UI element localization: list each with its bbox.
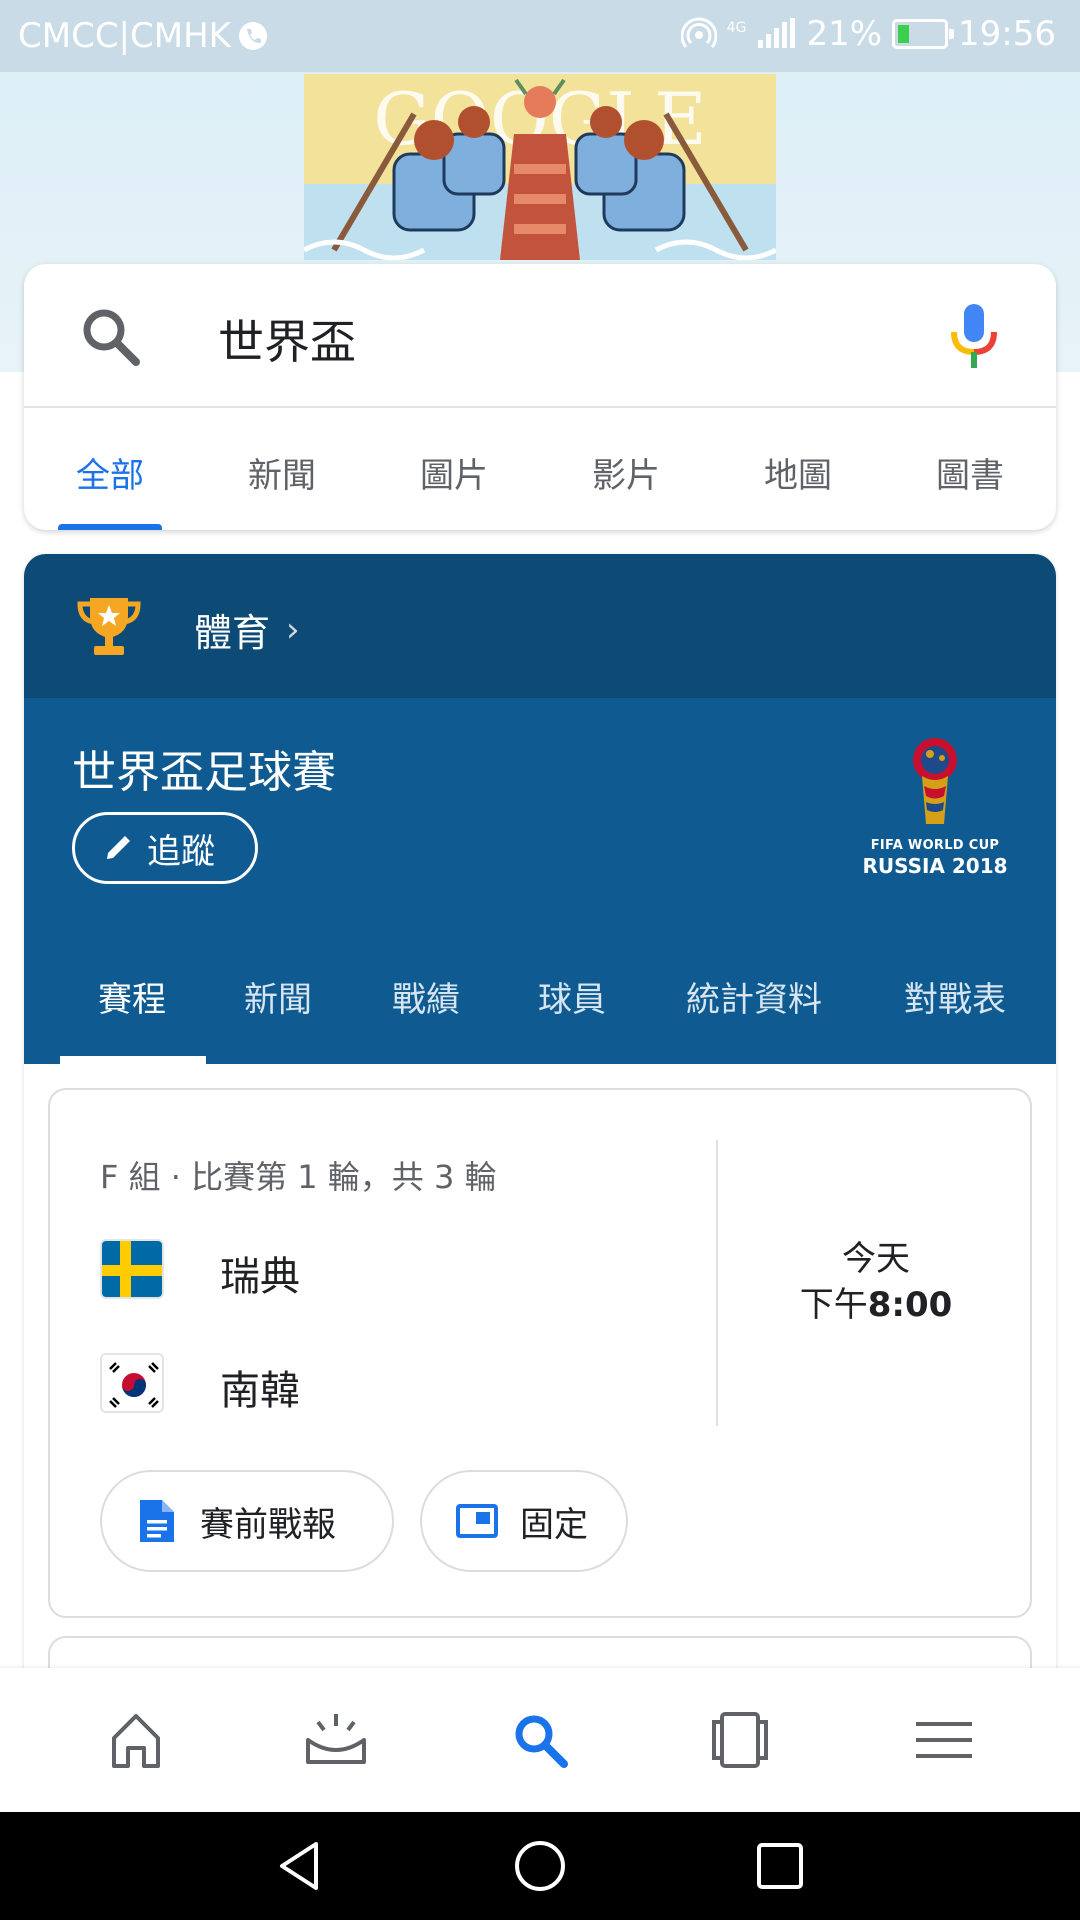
nav-tabs[interactable] — [704, 1704, 776, 1776]
updates-icon — [306, 1714, 366, 1764]
match-time-value: 8:00 — [867, 1285, 953, 1325]
tournament-title: 世界盃足球賽 — [72, 747, 336, 798]
nav-search[interactable] — [504, 1704, 576, 1776]
nav-updates[interactable] — [300, 1704, 372, 1776]
match-day: 今天 — [842, 1239, 910, 1279]
sweden-flag-icon — [100, 1239, 164, 1299]
team-home-name: 瑞典 — [220, 1254, 300, 1300]
carrier: CMCC|CMHK — [18, 16, 269, 56]
document-icon — [140, 1500, 174, 1542]
match-time: 今天 下午8:00 — [718, 1236, 1034, 1328]
tournament-tabs: 賽程 新聞 戰績 球員 統計資料 對戰表 — [24, 924, 1056, 1064]
pin-button[interactable]: 固定 — [420, 1470, 628, 1572]
home-icon — [112, 1714, 160, 1768]
tab-label: 圖片 — [420, 456, 488, 496]
back-icon[interactable] — [272, 1838, 328, 1894]
network-type: 4G — [726, 20, 747, 36]
tournament-header: 世界盃足球賽 追蹤 FIFA WORLD CUP RUSSIA 2018 賽程 … — [24, 698, 1056, 1064]
tab-brackets[interactable]: 對戰表 — [904, 972, 1006, 1021]
logo-line-2: RUSSIA 2018 — [862, 854, 1008, 878]
search-card: 世界盃 全部 新聞 圖片 影片 地圖 圖書 — [24, 264, 1056, 530]
pin-label: 固定 — [520, 1504, 588, 1545]
trophy-icon — [77, 598, 141, 655]
recents-icon[interactable] — [752, 1838, 808, 1894]
world-cup-logo: FIFA WORLD CUP RUSSIA 2018 — [860, 736, 1010, 886]
search-query[interactable]: 世界盃 — [218, 306, 356, 372]
tab-all[interactable]: 全部 — [24, 410, 196, 530]
nav-menu[interactable] — [908, 1704, 980, 1776]
battery-percent: 21% — [806, 14, 883, 54]
tab-maps[interactable]: 地圖 — [712, 410, 884, 530]
search-bar[interactable]: 世界盃 — [24, 264, 1056, 408]
call-icon — [238, 22, 267, 50]
team-home: 瑞典 — [100, 1234, 300, 1304]
status-right: 4G 21% 19:56 — [680, 14, 1056, 54]
world-cup-emblem — [913, 738, 957, 824]
sports-category-link[interactable]: 體育 › — [24, 554, 1056, 698]
tab-label: 新聞 — [248, 456, 316, 496]
match-time-row: 下午8:00 — [718, 1282, 1034, 1328]
pin-icon — [456, 1504, 498, 1538]
tab-standings[interactable]: 戰績 — [392, 972, 460, 1021]
tab-label: 全部 — [76, 456, 144, 496]
match-group-info: F 組 · 比賽第 1 輪，共 3 輪 — [100, 1158, 497, 1196]
tab-players[interactable]: 球員 — [538, 972, 606, 1021]
signal-icon — [758, 18, 796, 48]
system-navigation-bar — [0, 1812, 1080, 1920]
tab-videos[interactable]: 影片 — [540, 410, 712, 530]
tab-schedule[interactable]: 賽程 — [98, 972, 166, 1021]
tab-label: 圖書 — [936, 456, 1004, 496]
south-korea-flag-icon — [100, 1353, 164, 1413]
search-icon — [515, 1715, 568, 1768]
match-time-prefix: 下午 — [799, 1285, 868, 1325]
hotspot-icon — [680, 17, 717, 48]
match-card[interactable]: F 組 · 比賽第 1 輪，共 3 輪 瑞典 南韓 今天 下午8:00 賽前戰報… — [48, 1088, 1032, 1618]
chevron-right-icon: › — [286, 610, 300, 650]
follow-button[interactable]: 追蹤 — [72, 812, 258, 884]
doodle-art: GOOGLE — [304, 74, 776, 260]
search-tabs: 全部 新聞 圖片 影片 地圖 圖書 — [24, 410, 1056, 530]
bottom-navigation — [0, 1668, 1080, 1812]
logo-line-1: FIFA WORLD CUP — [870, 838, 1000, 853]
match-preview-label: 賽前戰報 — [200, 1504, 336, 1545]
search-icon[interactable] — [78, 304, 142, 368]
home-button-icon[interactable] — [512, 1838, 568, 1894]
microphone-icon[interactable] — [944, 302, 1004, 372]
match-preview-button[interactable]: 賽前戰報 — [100, 1470, 394, 1572]
tab-label: 影片 — [592, 456, 660, 496]
tab-images[interactable]: 圖片 — [368, 410, 540, 530]
clock: 19:56 — [958, 14, 1056, 54]
pencil-icon — [107, 836, 130, 859]
next-match-card[interactable] — [48, 1636, 1032, 1670]
tab-label: 地圖 — [764, 456, 832, 496]
nav-home[interactable] — [100, 1704, 172, 1776]
tabs-icon — [712, 1712, 768, 1768]
active-tab-indicator — [58, 524, 162, 530]
team-away-name: 南韓 — [220, 1368, 300, 1414]
tab-tournament-news[interactable]: 新聞 — [244, 972, 312, 1021]
menu-icon — [916, 1722, 972, 1758]
follow-label: 追蹤 — [147, 831, 215, 872]
tab-books[interactable]: 圖書 — [884, 410, 1056, 530]
carrier-name: CMCC|CMHK — [18, 16, 231, 56]
tab-stats[interactable]: 統計資料 — [686, 972, 822, 1021]
team-away: 南韓 — [100, 1348, 300, 1418]
active-tab-indicator — [60, 1056, 206, 1064]
battery-icon — [892, 19, 955, 49]
tab-news[interactable]: 新聞 — [196, 410, 368, 530]
status-bar: CMCC|CMHK 4G 21% 19:56 — [0, 0, 1080, 72]
google-doodle[interactable]: GOOGLE — [304, 74, 776, 260]
battery-fill — [898, 25, 909, 43]
sports-card: 體育 › 世界盃足球賽 追蹤 FIFA WORLD CUP RUSSIA 201… — [24, 554, 1056, 1670]
sports-category-label: 體育 — [194, 611, 271, 655]
